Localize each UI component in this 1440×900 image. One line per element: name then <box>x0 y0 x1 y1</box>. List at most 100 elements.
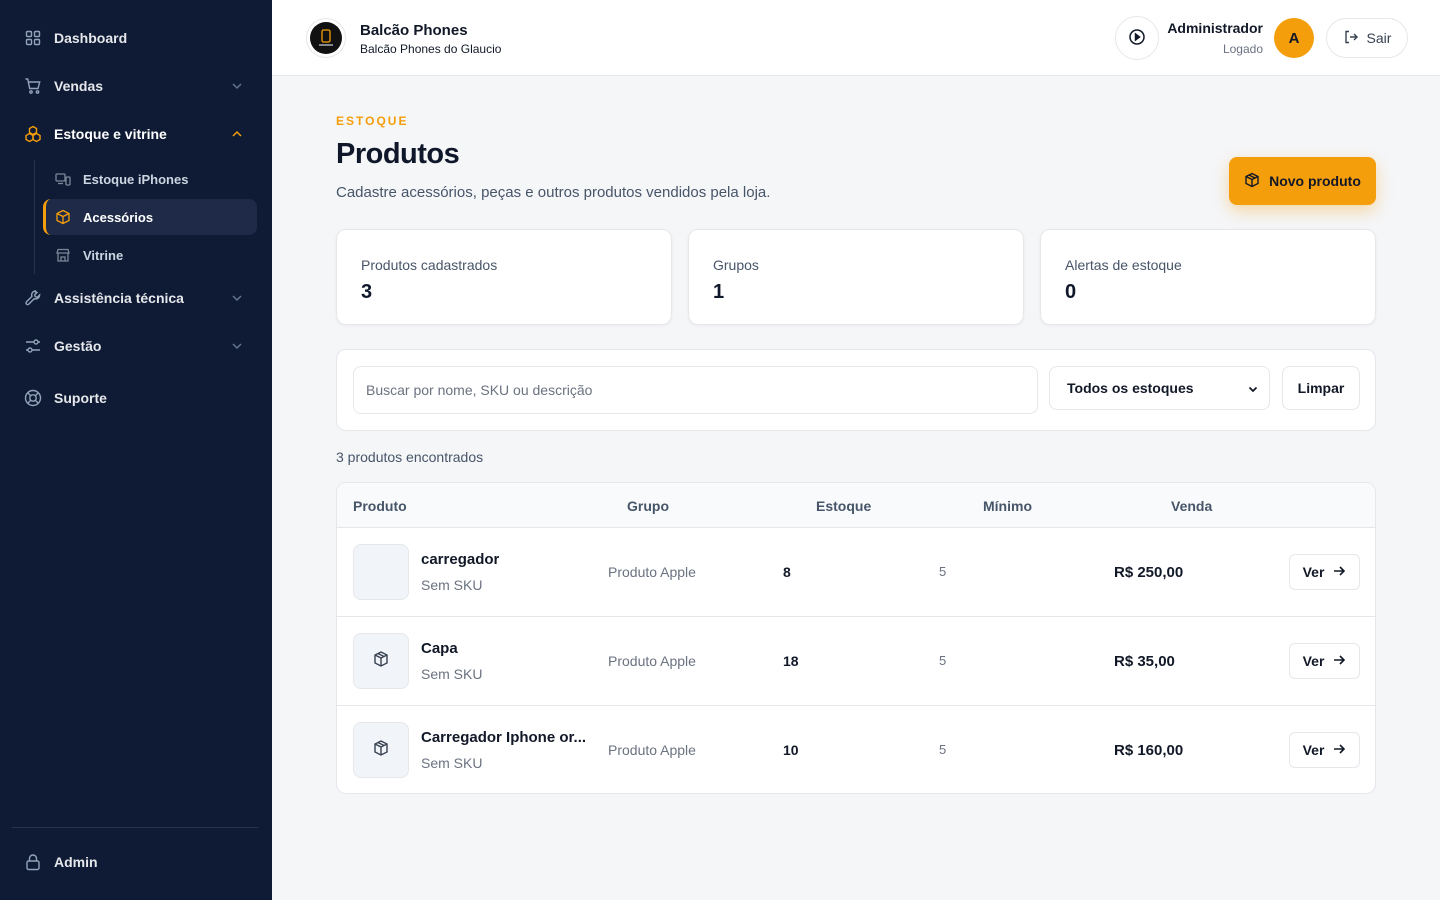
product-minimum: 5 <box>939 653 947 668</box>
table-row[interactable]: Carregador Iphone or... Sem SKU Produto … <box>337 706 1375 793</box>
product-sku: Sem SKU <box>421 666 483 682</box>
product-name: Capa <box>421 640 458 657</box>
sidebar-item-admin[interactable]: Admin <box>12 842 258 882</box>
user-status: Logado <box>1222 42 1263 56</box>
page-title: Produtos <box>336 138 460 170</box>
brand-subtitle: Balcão Phones do Glaucio <box>360 42 502 56</box>
table-header: Produto Grupo Estoque Mínimo Venda <box>337 483 1375 528</box>
logout-button[interactable]: Sair <box>1326 18 1408 58</box>
product-price: R$ 250,00 <box>1114 564 1184 581</box>
package-icon <box>372 650 390 673</box>
arrow-right-icon <box>1332 653 1346 670</box>
sidebar-subitem-estoque-iphones[interactable]: Estoque iPhones <box>43 161 257 197</box>
sliders-icon <box>24 337 42 355</box>
sidebar-item-label: Suporte <box>54 390 107 406</box>
sidebar-subitem-acessorios[interactable]: Acessórios <box>43 199 257 235</box>
products-table: Produto Grupo Estoque Mínimo Venda carre… <box>336 482 1376 794</box>
view-product-button[interactable]: Ver <box>1289 732 1360 768</box>
devices-icon <box>55 171 71 187</box>
sidebar: Dashboard Vendas Estoque e vitrine Estoq… <box>0 0 272 900</box>
sidebar-subitem-label: Vitrine <box>83 247 124 263</box>
stat-value: 3 <box>361 281 373 303</box>
product-stock: 18 <box>783 653 799 669</box>
sidebar-item-vendas[interactable]: Vendas <box>12 66 258 106</box>
product-minimum: 5 <box>939 564 947 579</box>
view-label: Ver <box>1302 564 1325 580</box>
results-count: 3 produtos encontrados <box>336 449 484 465</box>
logout-icon <box>1343 29 1359 48</box>
sidebar-item-gestao[interactable]: Gestão <box>12 326 258 366</box>
chevron-up-icon[interactable] <box>230 127 244 141</box>
wrench-icon <box>24 289 42 307</box>
chevron-down-icon[interactable] <box>230 291 244 305</box>
sidebar-item-label: Estoque e vitrine <box>54 126 167 142</box>
stat-card-products: Produtos cadastrados 3 <box>336 229 672 325</box>
sidebar-item-assistencia[interactable]: Assistência técnica <box>12 278 258 318</box>
filter-bar: Todos os estoques Limpar <box>336 349 1376 431</box>
stock-select[interactable]: Todos os estoques <box>1049 366 1270 410</box>
sidebar-item-estoque[interactable]: Estoque e vitrine <box>12 114 258 154</box>
product-price: R$ 35,00 <box>1114 653 1175 670</box>
search-input[interactable] <box>353 366 1038 414</box>
lock-icon <box>24 853 42 871</box>
column-header-minimo: Mínimo <box>983 498 1032 514</box>
store-icon <box>55 247 71 263</box>
new-product-button[interactable]: Novo produto <box>1229 157 1376 205</box>
package-icon <box>1244 172 1260 191</box>
view-product-button[interactable]: Ver <box>1289 643 1360 679</box>
product-stock: 8 <box>783 564 791 580</box>
page-eyebrow: ESTOQUE <box>336 114 409 128</box>
sidebar-subitem-label: Estoque iPhones <box>83 171 189 187</box>
clear-filters-button[interactable]: Limpar <box>1282 366 1360 410</box>
product-stock: 10 <box>783 742 799 758</box>
logo-icon <box>310 22 342 54</box>
table-row[interactable]: carregador Sem SKU Produto Apple 8 5 R$ … <box>337 528 1375 617</box>
column-header-grupo: Grupo <box>627 498 669 514</box>
arrow-right-icon <box>1332 564 1346 581</box>
product-thumbnail <box>353 633 409 689</box>
package-icon <box>55 209 71 225</box>
brand-name: Balcão Phones <box>360 22 468 39</box>
sidebar-item-label: Assistência técnica <box>54 290 184 306</box>
play-circle-icon <box>1128 28 1146 49</box>
stock-select-value: Todos os estoques <box>1067 380 1194 396</box>
avatar[interactable]: A <box>1274 18 1314 58</box>
product-minimum: 5 <box>939 742 947 757</box>
product-sku: Sem SKU <box>421 577 483 593</box>
column-header-venda: Venda <box>1171 498 1213 514</box>
sidebar-item-dashboard[interactable]: Dashboard <box>12 18 258 58</box>
product-name: carregador <box>421 551 500 568</box>
lifebuoy-icon <box>24 389 42 407</box>
play-button[interactable] <box>1115 16 1159 60</box>
boxes-icon <box>24 125 42 143</box>
page-description: Cadastre acessórios, peças e outros prod… <box>336 184 771 201</box>
new-product-label: Novo produto <box>1269 173 1361 189</box>
chevron-down-icon[interactable] <box>230 339 244 353</box>
view-product-button[interactable]: Ver <box>1289 554 1360 590</box>
stat-card-groups: Grupos 1 <box>688 229 1024 325</box>
product-group: Produto Apple <box>608 742 696 758</box>
cart-icon <box>24 77 42 95</box>
sidebar-subitem-label: Acessórios <box>83 209 154 225</box>
sidebar-item-label: Vendas <box>54 78 104 94</box>
product-group: Produto Apple <box>608 653 696 669</box>
stat-label: Grupos <box>713 257 759 273</box>
package-icon <box>372 739 390 762</box>
chevron-down-icon[interactable] <box>230 79 244 93</box>
sidebar-divider <box>12 827 258 828</box>
sidebar-item-label: Admin <box>54 854 98 870</box>
sidebar-item-suporte[interactable]: Suporte <box>12 378 258 418</box>
product-thumbnail <box>353 544 409 600</box>
column-header-estoque: Estoque <box>816 498 872 514</box>
view-label: Ver <box>1302 653 1325 669</box>
sidebar-subitem-vitrine[interactable]: Vitrine <box>43 237 257 273</box>
stat-label: Produtos cadastrados <box>361 257 498 273</box>
stat-value: 1 <box>713 281 725 303</box>
product-group: Produto Apple <box>608 564 696 580</box>
grid-icon <box>24 29 42 47</box>
estoque-submenu: Estoque iPhones Acessórios Vitrine <box>34 160 258 274</box>
product-price: R$ 160,00 <box>1114 742 1184 759</box>
column-header-produto: Produto <box>353 498 407 514</box>
table-row[interactable]: Capa Sem SKU Produto Apple 18 5 R$ 35,00… <box>337 617 1375 706</box>
top-header: Balcão Phones Balcão Phones do Glaucio A… <box>272 0 1440 76</box>
